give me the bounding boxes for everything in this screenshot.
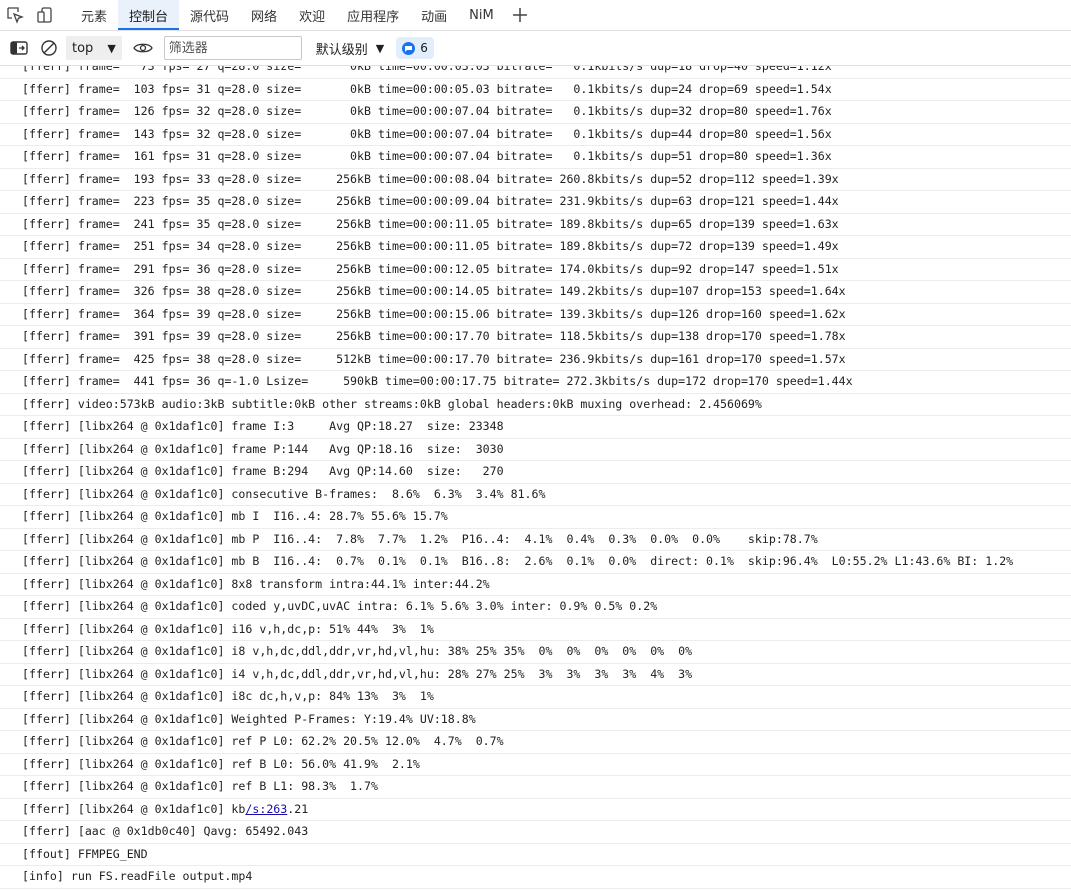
plus-icon[interactable] — [505, 0, 535, 30]
source-link[interactable]: /s:263 — [245, 802, 287, 816]
console-message: [fferr] [libx264 @ 0x1daf1c0] consecutiv… — [0, 484, 1071, 506]
console-message: [fferr] [libx264 @ 0x1daf1c0] kb/s:263.2… — [0, 799, 1071, 821]
context-value: top — [72, 40, 94, 56]
console-message: [fferr] frame= 161 fps= 31 q=28.0 size= … — [0, 146, 1071, 169]
console-message: [fferr] frame= 73 fps= 27 q=28.0 size= 0… — [0, 66, 1071, 79]
device-toolbar-icon[interactable] — [30, 0, 60, 30]
console-message: [fferr] [libx264 @ 0x1daf1c0] 8x8 transf… — [0, 574, 1071, 596]
filter-input[interactable] — [163, 36, 302, 60]
tab-4[interactable]: 欢迎 — [288, 0, 336, 30]
console-message: [fferr] [libx264 @ 0x1daf1c0] ref B L1: … — [0, 776, 1071, 799]
console-message: [fferr] frame= 143 fps= 32 q=28.0 size= … — [0, 124, 1071, 146]
tab-7[interactable]: NiM — [458, 0, 505, 30]
console-message: [fferr] frame= 223 fps= 35 q=28.0 size= … — [0, 191, 1071, 214]
console-message: [fferr] frame= 103 fps= 31 q=28.0 size= … — [0, 79, 1071, 101]
tab-5[interactable]: 应用程序 — [336, 0, 410, 30]
console-message: [fferr] [libx264 @ 0x1daf1c0] mb B I16..… — [0, 551, 1071, 574]
console-message: [fferr] video:573kB audio:3kB subtitle:0… — [0, 394, 1071, 416]
console-message: [fferr] [libx264 @ 0x1daf1c0] i4 v,h,dc,… — [0, 664, 1071, 686]
tab-3[interactable]: 网络 — [240, 0, 288, 30]
message-count: 6 — [420, 41, 428, 55]
console-message: [fferr] frame= 241 fps= 35 q=28.0 size= … — [0, 214, 1071, 236]
live-expression-icon[interactable] — [128, 33, 158, 63]
tab-6[interactable]: 动画 — [410, 0, 458, 30]
console-message: [fferr] frame= 326 fps= 38 q=28.0 size= … — [0, 281, 1071, 304]
console-message: [fferr] [libx264 @ 0x1daf1c0] frame B:29… — [0, 461, 1071, 484]
console-message: [fferr] [libx264 @ 0x1daf1c0] frame P:14… — [0, 439, 1071, 461]
sidebar-toggle-icon[interactable] — [4, 33, 34, 63]
console-message: [info] run FS.readFile output.mp4 — [0, 866, 1071, 889]
message-count-badge[interactable]: 6 — [396, 37, 434, 59]
inspect-element-icon[interactable] — [0, 0, 30, 30]
clear-console-icon[interactable] — [34, 33, 64, 63]
console-message: [fferr] [libx264 @ 0x1daf1c0] ref P L0: … — [0, 731, 1071, 754]
console-message: [fferr] frame= 251 fps= 34 q=28.0 size= … — [0, 236, 1071, 259]
console-message: [fferr] frame= 126 fps= 32 q=28.0 size= … — [0, 101, 1071, 124]
console-message: [fferr] frame= 291 fps= 36 q=28.0 size= … — [0, 259, 1071, 281]
console-message: [fferr] [libx264 @ 0x1daf1c0] frame I:3 … — [0, 416, 1071, 439]
console-message: [fferr] frame= 425 fps= 38 q=28.0 size= … — [0, 349, 1071, 371]
console-messages: [fferr] frame= 73 fps= 27 q=28.0 size= 0… — [0, 66, 1071, 889]
console-message: [fferr] frame= 441 fps= 36 q=-1.0 Lsize=… — [0, 371, 1071, 394]
message-text: [fferr] [libx264 @ 0x1daf1c0] kb — [22, 801, 246, 816]
message-icon — [402, 41, 416, 55]
console-output[interactable]: [fferr] frame= 73 fps= 27 q=28.0 size= 0… — [0, 66, 1071, 892]
console-message: [ffout] FFMPEG_END — [0, 844, 1071, 866]
devtools-tabbar: 元素 控制台 源代码 网络 欢迎 应用程序 动画 NiM — [0, 0, 1071, 31]
console-message: [fferr] [libx264 @ 0x1daf1c0] i8c dc,h,v… — [0, 686, 1071, 709]
console-message: [fferr] [libx264 @ 0x1daf1c0] ref B L0: … — [0, 754, 1071, 776]
tab-1[interactable]: 控制台 — [118, 0, 180, 30]
console-message: [fferr] [aac @ 0x1db0c40] Qavg: 65492.04… — [0, 821, 1071, 844]
tab-0[interactable]: 元素 — [70, 0, 118, 30]
console-message: [fferr] [libx264 @ 0x1daf1c0] i8 v,h,dc,… — [0, 641, 1071, 664]
levels-label: 默认级别 — [315, 42, 368, 58]
console-message: [fferr] [libx264 @ 0x1daf1c0] Weighted P… — [0, 709, 1071, 731]
console-message: [fferr] [libx264 @ 0x1daf1c0] mb I I16..… — [0, 506, 1071, 529]
console-toolbar: top ▼ 默认级别 ▼ 6 — [0, 31, 1071, 66]
message-text: .21 — [287, 801, 309, 816]
console-message: [fferr] [libx264 @ 0x1daf1c0] coded y,uv… — [0, 596, 1071, 619]
console-message: [fferr] [libx264 @ 0x1daf1c0] mb P I16..… — [0, 529, 1071, 551]
caret-down-icon: ▼ — [107, 41, 116, 55]
console-message: [fferr] frame= 193 fps= 33 q=28.0 size= … — [0, 169, 1071, 191]
tab-2[interactable]: 源代码 — [179, 0, 240, 30]
context-selector[interactable]: top ▼ — [66, 36, 122, 60]
log-levels-dropdown[interactable]: 默认级别 ▼ — [312, 39, 388, 58]
caret-down-icon: ▼ — [375, 41, 385, 55]
console-message: [fferr] frame= 391 fps= 39 q=28.0 size= … — [0, 326, 1071, 349]
console-message: [fferr] [libx264 @ 0x1daf1c0] i16 v,h,dc… — [0, 619, 1071, 641]
tab-list: 元素 控制台 源代码 网络 欢迎 应用程序 动画 NiM — [70, 0, 505, 30]
console-message: [fferr] frame= 364 fps= 39 q=28.0 size= … — [0, 304, 1071, 326]
